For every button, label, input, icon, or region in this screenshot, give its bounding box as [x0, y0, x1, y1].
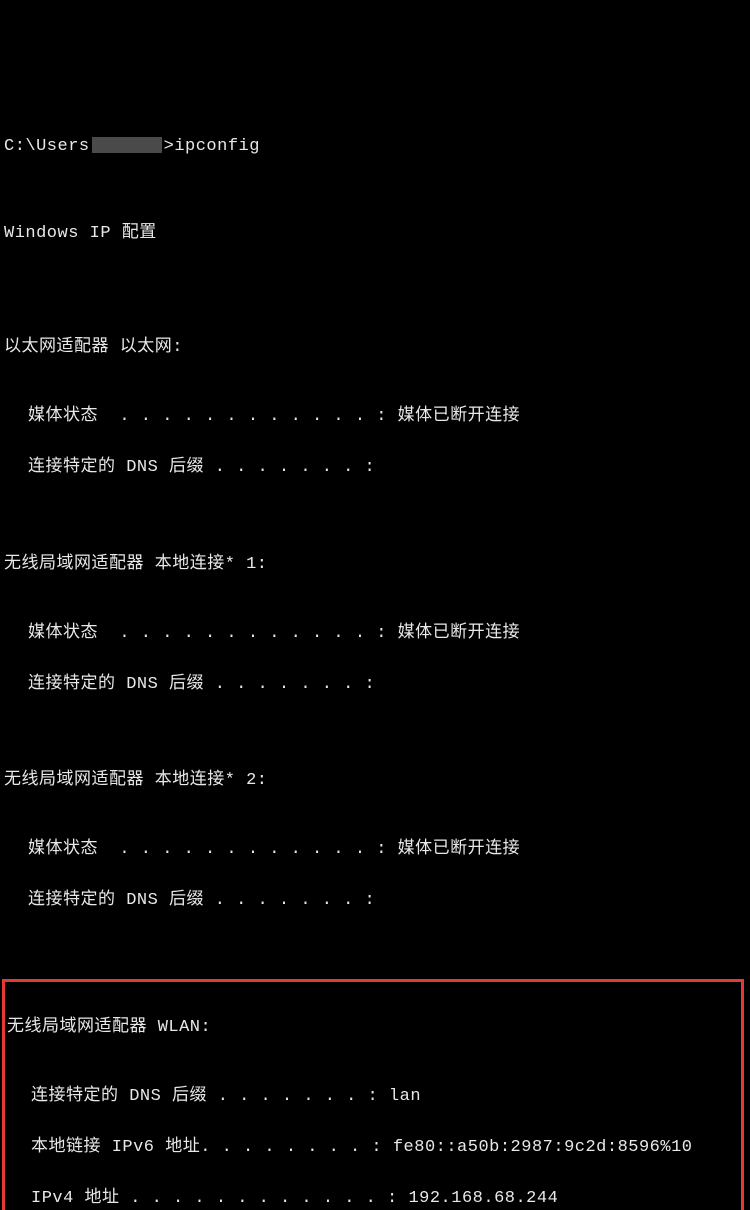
adapter-local2-line-0: 媒体状态 . . . . . . . . . . . . : 媒体已断开连接 [4, 837, 746, 863]
prompt-suffix: > [164, 137, 175, 156]
adapter-wlan-line-2: IPv4 地址 . . . . . . . . . . . . : 192.16… [5, 1186, 741, 1210]
wlan-highlight-box: 无线局域网适配器 WLAN: 连接特定的 DNS 后缀 . . . . . . … [2, 979, 744, 1210]
adapter-ethernet-line-0: 媒体状态 . . . . . . . . . . . . : 媒体已断开连接 [4, 404, 746, 430]
ipconfig-header: Windows IP 配置 [4, 221, 746, 247]
adapter-local1-line-1: 连接特定的 DNS 后缀 . . . . . . . : [4, 672, 746, 698]
adapter-wlan-line-1: 本地链接 IPv6 地址. . . . . . . . : fe80::a50b… [5, 1135, 741, 1161]
adapter-ethernet-title: 以太网适配器 以太网: [4, 335, 746, 361]
command-prompt-line: C:\Users >ipconfig [4, 134, 746, 160]
adapter-wlan-title: 无线局域网适配器 WLAN: [5, 1015, 741, 1041]
adapter-local1-line-0: 媒体状态 . . . . . . . . . . . . : 媒体已断开连接 [4, 621, 746, 647]
adapter-ethernet-line-1: 连接特定的 DNS 后缀 . . . . . . . : [4, 455, 746, 481]
adapter-local2-title: 无线局域网适配器 本地连接* 2: [4, 768, 746, 794]
adapter-local2-line-1: 连接特定的 DNS 后缀 . . . . . . . : [4, 888, 746, 914]
adapter-wlan-line-0: 连接特定的 DNS 后缀 . . . . . . . : lan [5, 1084, 741, 1110]
adapter-local1-title: 无线局域网适配器 本地连接* 1: [4, 552, 746, 578]
prompt-prefix: C:\Users [4, 137, 90, 156]
command-text: ipconfig [174, 137, 260, 156]
redacted-username [92, 137, 162, 153]
terminal-output: C:\Users >ipconfig Windows IP 配置 以太网适配器 以… [4, 108, 746, 1210]
